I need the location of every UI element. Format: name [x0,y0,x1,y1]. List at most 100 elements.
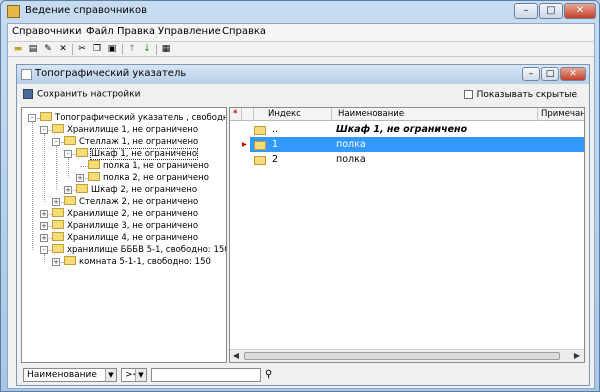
binoculars-icon[interactable]: ⚲ [265,369,272,380]
copy-icon[interactable]: ❐ [91,43,103,55]
child-title-bar[interactable]: Топографический указатель – □ ✕ [17,65,589,84]
tree-node[interactable]: Топографический указатель , свободно: 15… [40,112,226,124]
cell-note [540,137,584,152]
field-select[interactable]: Наименование ▼ [23,368,117,382]
tree-node-label: Стеллаж 1, не ограничено [79,137,199,147]
paste-icon[interactable]: ▣ [106,43,118,55]
app-icon [7,5,20,18]
scroll-left-icon[interactable]: ◀ [231,351,241,361]
expand-icon[interactable]: + [76,174,84,182]
tree-node[interactable]: хранилище БББВ 5-1, свободно: 150 [52,244,227,256]
tree-node[interactable]: Стеллаж 2, не ограничено [64,196,198,208]
menu-file[interactable]: Файл [86,26,114,37]
items-grid[interactable]: * Индекс Наименование Примечание .. Шкаф … [229,107,585,363]
expand-icon[interactable]: + [40,210,48,218]
show-hidden-label: Показывать скрытые [476,90,577,100]
new-folder-icon[interactable]: ▬ [12,43,24,55]
chevron-down-icon[interactable]: ▼ [105,369,116,381]
field-select-value: Наименование [27,370,97,380]
tree-node[interactable]: Стеллаж 1, не ограничено [64,136,198,148]
tree-node-label: хранилище БББВ 5-1, свободно: 150 [67,245,227,255]
save-settings-button[interactable]: Сохранить настройки [23,89,140,103]
folder-icon [88,172,100,181]
collapse-icon[interactable]: - [40,126,48,134]
tree-node-label: Хранилище 2, не ограничено [67,209,199,219]
minimize-button[interactable]: – [514,3,538,19]
chevron-down-icon[interactable]: ▼ [135,369,146,381]
folder-icon [64,256,76,265]
table-row[interactable]: 2 полка [230,152,584,167]
folder-icon [254,156,266,165]
menu-bar: Справочники Файл Правка Управление Справ… [8,24,594,41]
move-up-icon[interactable]: ↑ [126,43,138,55]
folder-icon [52,244,64,253]
folder-icon [254,141,266,150]
checkbox-box[interactable] [463,90,473,99]
tree-node[interactable]: Шкаф 1, не ограничено [76,148,199,160]
expand-icon[interactable]: + [40,234,48,242]
child-maximize-button[interactable]: □ [541,67,559,81]
tree-node-label: Шкаф 2, не ограничено [91,185,198,195]
tree-node[interactable]: полка 1, не ограничено [88,160,209,172]
save-settings-label: Сохранить настройки [37,89,141,100]
cut-icon[interactable]: ✂ [76,43,88,55]
new-doc-icon[interactable]: ▤ [27,43,39,55]
tree-node-label: Стеллаж 2, не ограничено [79,197,199,207]
folder-icon [52,124,64,133]
tree-node[interactable]: полка 2, не ограничено [88,172,209,184]
tree-node[interactable]: Хранилище 3, не ограничено [52,220,198,232]
child-close-button[interactable]: ✕ [560,67,586,81]
collapse-icon[interactable]: - [64,150,72,158]
move-down-icon[interactable]: ↓ [141,43,153,55]
title-bar[interactable]: Ведение справочников – □ ✕ [1,1,600,23]
scroll-right-icon[interactable]: ▶ [572,351,582,361]
table-row[interactable]: ▸ 1 полка [230,137,584,152]
search-input[interactable] [151,368,261,382]
menu-help[interactable]: Справка [222,26,266,37]
table-row[interactable]: .. Шкаф 1, не ограничено [230,122,584,137]
floppy-disk-icon [23,89,33,99]
expand-icon[interactable]: + [64,186,72,194]
header-name[interactable]: Наименование [332,108,538,121]
folder-icon [52,208,64,217]
window-title: Ведение справочников [25,5,147,16]
tree-guide [68,158,69,178]
app-window: Ведение справочников – □ ✕ Справочники Ф… [0,0,600,392]
tree-node[interactable]: комната 5-1-1, свободно: 150 [64,256,211,268]
collapse-icon[interactable]: - [40,246,48,254]
menu-control[interactable]: Управление [158,26,221,37]
tree-view[interactable]: Топографический указатель , свободно: 15… [21,107,227,363]
operator-select[interactable]: >< ▼ [121,368,147,382]
tree-guide [56,146,57,190]
properties-icon[interactable]: ▦ [160,43,172,55]
cell-name: Шкаф 1, не ограничено [336,124,468,135]
collapse-icon[interactable]: - [52,138,60,146]
close-button[interactable]: ✕ [564,3,596,19]
tree-node[interactable]: Хранилище 4, не ограничено [52,232,198,244]
folder-icon [88,160,100,169]
expand-icon[interactable]: + [52,198,60,206]
cell-name: полка [336,139,366,150]
header-index[interactable]: Индекс [254,108,332,121]
collapse-icon[interactable]: - [28,114,36,122]
show-hidden-checkbox[interactable]: Показывать скрытые [463,90,577,100]
expand-icon[interactable]: + [40,222,48,230]
scroll-thumb[interactable] [244,352,560,360]
tree-node[interactable]: Хранилище 2, не ограничено [52,208,198,220]
delete-icon[interactable]: ✕ [57,43,69,55]
tree-node-label: Шкаф 1, не ограничено [89,148,199,160]
maximize-button[interactable]: □ [539,3,563,19]
menu-references[interactable]: Справочники [12,26,82,37]
child-title: Топографический указатель [35,68,187,79]
cell-index: 2 [272,154,279,165]
header-note[interactable]: Примечание [538,108,584,121]
child-minimize-button[interactable]: – [522,67,540,81]
expand-icon[interactable]: + [52,258,60,266]
toolbar-separator [156,44,157,55]
edit-icon[interactable]: ✎ [42,43,54,55]
menu-edit[interactable]: Правка [117,26,155,37]
horizontal-scrollbar[interactable]: ◀ ▶ [230,349,584,362]
tree-node-label: Топографический указатель , свободно: 15… [55,113,226,123]
tree-node[interactable]: Шкаф 2, не ограничено [76,184,197,196]
tree-node[interactable]: Хранилище 1, не ограничено [52,124,198,136]
